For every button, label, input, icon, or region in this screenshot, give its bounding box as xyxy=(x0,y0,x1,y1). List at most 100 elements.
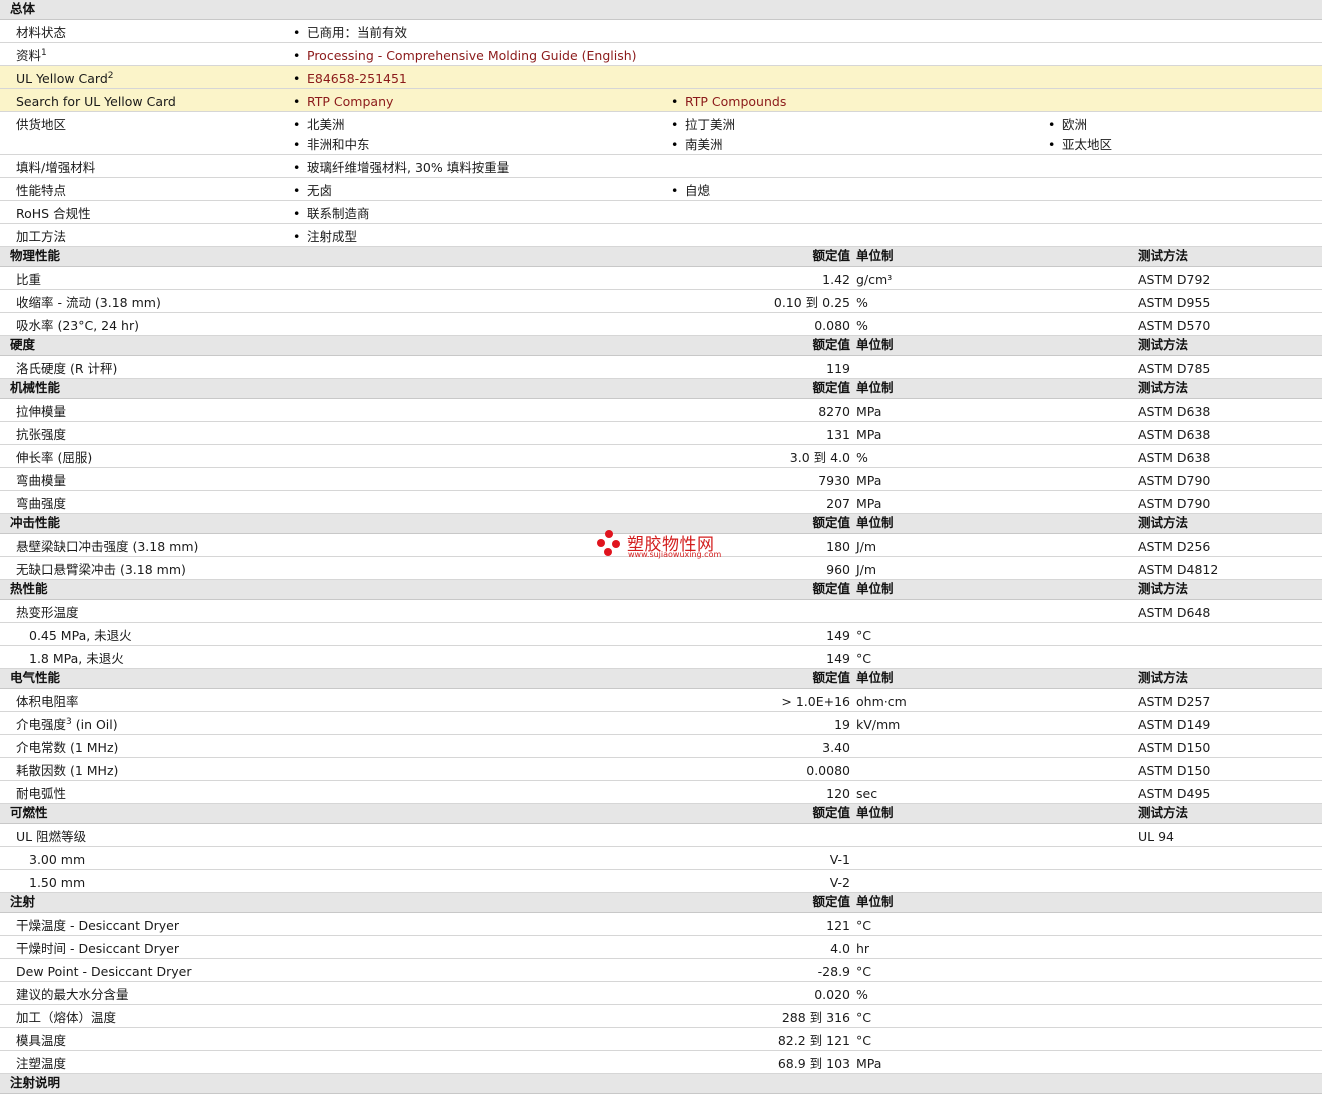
section-header: 硬度 额定值 单位制 测试方法 xyxy=(0,336,1322,356)
section-header: 电气性能 额定值 单位制 测试方法 xyxy=(0,669,1322,689)
bullet-item: 注射成型 xyxy=(293,229,357,244)
row-unit: °C xyxy=(856,1033,871,1048)
table-row: 建议的最大水分含量 0.020% xyxy=(0,982,1322,1005)
row-value: 68.9 到 103 xyxy=(777,1056,850,1071)
row-value: 149 xyxy=(826,651,850,666)
table-row: 加工（熔体）温度 288 到 316 °C xyxy=(0,1005,1322,1028)
table-row: 0.45 MPa, 未退火 149 °C xyxy=(0,623,1322,646)
row-label-text: UL Yellow Card xyxy=(16,71,108,86)
bullet-item: 北美洲 xyxy=(293,117,344,132)
row-value: 82.2 到 121 xyxy=(777,1033,850,1048)
row-method: ASTM D638 xyxy=(1138,427,1211,442)
bullet-item: 联系制造商 xyxy=(293,206,369,221)
header-unit: 单位制 xyxy=(856,581,894,596)
row-value: 131 xyxy=(826,427,850,442)
row-value: 8270 xyxy=(818,404,850,419)
table-row: 弯曲强度 207 MPa ASTM D790 xyxy=(0,491,1322,514)
table-row: Dew Point - Desiccant Dryer -28.9 °C xyxy=(0,959,1322,982)
row-label: UL Yellow Card2 xyxy=(16,71,114,86)
footnote-ref: 2 xyxy=(107,70,114,81)
table-row: 伸长率 (屈服) 3.0 到 4.0% ASTM D638 xyxy=(0,445,1322,468)
row-value: 288 到 316 xyxy=(781,1010,850,1025)
table-row: 洛氏硬度 (R 计秤) 119 ASTM D785 xyxy=(0,356,1322,379)
header-method: 测试方法 xyxy=(1138,581,1189,596)
table-row: 模具温度 82.2 到 121 °C xyxy=(0,1028,1322,1051)
watermark-url: www.sujiaowuxing.com xyxy=(628,550,722,559)
row-value: 0.020 xyxy=(814,987,850,1002)
row-label: 材料状态 xyxy=(16,25,66,40)
link-item[interactable]: E84658-251451 xyxy=(293,71,407,86)
row-unit: % xyxy=(856,987,868,1002)
row-value: 119 xyxy=(826,361,850,376)
row-value: 960 xyxy=(826,562,850,577)
row-unit: °C xyxy=(856,628,871,643)
header-method: 测试方法 xyxy=(1138,805,1189,820)
header-unit: 单位制 xyxy=(856,805,894,820)
row-label: 资料1 xyxy=(16,48,47,63)
row-value: 207 xyxy=(826,496,850,511)
header-unit: 单位制 xyxy=(856,380,894,395)
row-unit: J/m xyxy=(856,562,877,577)
header-value: 额定值 xyxy=(812,894,850,909)
row-label-text: 资料 xyxy=(16,48,42,63)
table-row: 1.50 mm V-2 xyxy=(0,870,1322,893)
table-row: 吸水率 (23°C, 24 hr) 0.080% ASTM D570 xyxy=(0,313,1322,336)
row-value: 7930 xyxy=(818,473,850,488)
row-value: 0.10 到 0.25 xyxy=(773,295,850,310)
row-unit: MPa xyxy=(856,404,882,419)
row-label: 供货地区 xyxy=(16,117,66,132)
bullet-item: 自熄 xyxy=(671,183,710,198)
row-method: ASTM D149 xyxy=(1138,717,1211,732)
row-label: RoHS 合规性 xyxy=(16,206,91,221)
row-label: Search for UL Yellow Card xyxy=(16,94,176,109)
row-value: > 1.0E+16 xyxy=(781,694,850,709)
bullet-item: 南美洲 xyxy=(671,137,722,152)
row-method: UL 94 xyxy=(1138,829,1174,844)
link-item[interactable]: Processing - Comprehensive Molding Guide… xyxy=(293,48,637,63)
table-row: RoHS 合规性 联系制造商 xyxy=(0,201,1322,224)
row-label: 性能特点 xyxy=(16,183,66,198)
header-unit: 单位制 xyxy=(856,670,894,685)
table-row: 性能特点 无卤 自熄 xyxy=(0,178,1322,201)
row-method: ASTM D256 xyxy=(1138,539,1211,554)
row-method: ASTM D150 xyxy=(1138,740,1211,755)
table-row: 收缩率 - 流动 (3.18 mm) 0.10 到 0.25% ASTM D955 xyxy=(0,290,1322,313)
row-unit: °C xyxy=(856,918,871,933)
row-method: ASTM D4812 xyxy=(1138,562,1219,577)
table-row: 热变形温度 ASTM D648 xyxy=(0,600,1322,623)
row-label-text: RoHS 合规性 xyxy=(16,206,91,221)
header-value: 额定值 xyxy=(812,337,850,352)
bullet-item: 无卤 xyxy=(293,183,332,198)
row-unit: kV/mm xyxy=(856,717,901,732)
row-value: V-2 xyxy=(829,875,850,890)
row-method: ASTM D790 xyxy=(1138,473,1211,488)
header-value: 额定值 xyxy=(812,670,850,685)
row-unit: MPa xyxy=(856,473,882,488)
table-row: 注塑温度 68.9 到 103 MPa xyxy=(0,1051,1322,1074)
table-row: Search for UL Yellow Card RTP Company RTP … xyxy=(0,89,1322,112)
row-unit: g/cm³ xyxy=(856,272,893,287)
row-value: 0.0080 xyxy=(806,763,850,778)
table-row: 供货地区 北美洲 拉丁美洲 欧洲非洲和中东 南美洲 亚太地区 xyxy=(0,112,1322,155)
row-unit: °C xyxy=(856,1010,871,1025)
row-method: ASTM D648 xyxy=(1138,605,1211,620)
table-row: UL 阻燃等级 UL 94 xyxy=(0,824,1322,847)
link-item[interactable]: RTP Company xyxy=(293,94,393,109)
table-row: 弯曲模量 7930 MPa ASTM D790 xyxy=(0,468,1322,491)
row-value: V-1 xyxy=(829,852,850,867)
row-unit: % xyxy=(856,450,868,465)
link-item[interactable]: RTP Compounds xyxy=(671,94,786,109)
row-unit: % xyxy=(856,295,868,310)
row-method: ASTM D570 xyxy=(1138,318,1211,333)
header-value: 额定值 xyxy=(812,805,850,820)
row-method: ASTM D495 xyxy=(1138,786,1211,801)
section-header: 总体 xyxy=(0,0,1322,20)
table-row: 比重 1.42 g/cm³ ASTM D792 xyxy=(0,267,1322,290)
bullet-item: 拉丁美洲 xyxy=(671,117,735,132)
section-header: 机械性能 额定值 单位制 测试方法 xyxy=(0,379,1322,399)
section-header: 可燃性 额定值 单位制 测试方法 xyxy=(0,804,1322,824)
header-value: 额定值 xyxy=(812,581,850,596)
header-unit: 单位制 xyxy=(856,248,894,263)
row-method: ASTM D638 xyxy=(1138,450,1211,465)
row-unit: °C xyxy=(856,651,871,666)
